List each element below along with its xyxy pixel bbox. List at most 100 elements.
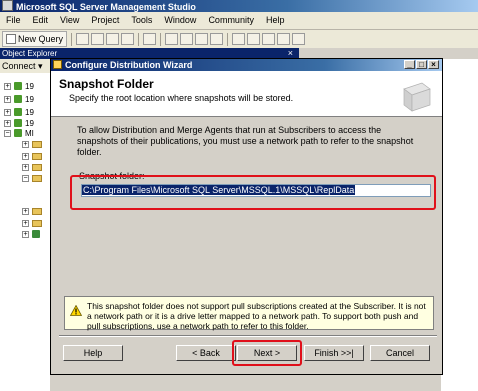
app-title-bar: Microsoft SQL Server Management Studio [0, 0, 478, 12]
tree-item[interactable]: +19 [4, 81, 34, 91]
database-engine-query-icon[interactable] [76, 33, 90, 45]
tree-item[interactable]: + [22, 206, 42, 216]
app-title: Microsoft SQL Server Management Studio [16, 2, 196, 12]
server-icon [14, 108, 22, 116]
tree-item[interactable]: +19 [4, 107, 34, 117]
expand-icon[interactable]: + [22, 230, 29, 238]
next-button-highlight [232, 340, 302, 366]
menu-edit[interactable]: Edit [27, 12, 55, 29]
folder-icon [32, 219, 42, 227]
tree-item-label: 19 [25, 94, 34, 104]
wizard-graphic-icon [403, 82, 431, 112]
configure-distribution-wizard: Configure Distribution Wizard _ □ × Snap… [50, 58, 443, 375]
expand-icon[interactable]: + [22, 219, 29, 227]
folder-icon [32, 207, 42, 215]
wizard-description: To allow Distribution and Merge Agents t… [77, 125, 414, 157]
warning-text: This snapshot folder does not support pu… [87, 301, 426, 331]
toolbar-overflow-icon[interactable] [292, 33, 306, 45]
save-icon[interactable] [180, 33, 194, 45]
agent-icon [32, 230, 40, 238]
server-icon [14, 95, 22, 103]
analysis-query-icon[interactable] [91, 33, 105, 45]
folder-icon [32, 140, 42, 148]
new-query-label: New Query [18, 34, 64, 44]
expand-icon[interactable]: + [4, 108, 11, 116]
collapse-icon[interactable]: − [22, 174, 29, 182]
new-query-icon [6, 34, 16, 44]
button-separator [59, 335, 437, 337]
folder-icon [32, 152, 42, 160]
app-icon [2, 0, 13, 11]
print-icon[interactable] [210, 33, 224, 45]
expand-icon[interactable]: + [4, 82, 11, 90]
tree-item-label: MI [25, 128, 34, 138]
expand-icon[interactable]: + [22, 140, 29, 148]
warning-message: This snapshot folder does not support pu… [64, 296, 434, 331]
toolbar-separator [138, 32, 140, 46]
menu-bar: File Edit View Project Tools Window Comm… [0, 12, 478, 30]
dialog-title-bar: Configure Distribution Wizard _ □ × [51, 59, 442, 71]
menu-window[interactable]: Window [158, 12, 202, 29]
cancel-button[interactable]: Cancel [370, 345, 430, 361]
expand-icon[interactable]: + [22, 207, 29, 215]
properties-icon[interactable] [277, 33, 291, 45]
tree-item[interactable]: − MI [4, 128, 34, 138]
expand-icon[interactable]: + [4, 95, 11, 103]
tree-item-label: 19 [25, 107, 34, 117]
toolbar-separator [160, 32, 162, 46]
warning-icon [70, 305, 82, 316]
snapshot-highlight [70, 175, 436, 210]
menu-view[interactable]: View [54, 12, 85, 29]
tree-item[interactable]: + [22, 162, 42, 172]
toolbar-separator [227, 32, 229, 46]
main-toolbar: New Query [0, 30, 478, 48]
save-all-icon[interactable] [195, 33, 209, 45]
tree-item[interactable]: +19 [4, 118, 34, 128]
xmla-query-icon[interactable] [121, 33, 135, 45]
folder-icon [32, 163, 42, 171]
new-query-button[interactable]: New Query [2, 31, 68, 47]
tree-item[interactable]: + [22, 229, 40, 239]
object-explorer-title: Object Explorer [2, 49, 58, 58]
folder-icon [32, 174, 42, 182]
finish-button[interactable]: Finish >>| [304, 345, 364, 361]
tree-item-label: 19 [25, 81, 34, 91]
mdx-query-icon[interactable] [106, 33, 120, 45]
help-button[interactable]: Help [63, 345, 123, 361]
expand-icon[interactable]: + [22, 152, 29, 160]
page-title: Snapshot Folder [59, 77, 154, 91]
menu-community[interactable]: Community [202, 12, 260, 29]
dialog-title: Configure Distribution Wizard [65, 60, 193, 70]
collapse-icon[interactable]: − [4, 129, 11, 137]
expand-icon[interactable]: + [4, 119, 11, 127]
tree-item[interactable]: − [22, 173, 42, 183]
menu-file[interactable]: File [0, 12, 27, 29]
wizard-icon [53, 60, 62, 69]
maximize-button[interactable]: □ [416, 60, 427, 69]
connect-dropdown[interactable]: Connect ▾ [0, 59, 52, 73]
close-button[interactable]: × [428, 60, 439, 69]
registered-servers-icon[interactable] [232, 33, 246, 45]
new-file-icon[interactable] [143, 33, 157, 45]
page-subtitle: Specify the root location where snapshot… [69, 93, 294, 103]
wizard-header: Snapshot Folder Specify the root locatio… [51, 71, 442, 117]
minimize-button[interactable]: _ [404, 60, 415, 69]
menu-help[interactable]: Help [260, 12, 291, 29]
expand-icon[interactable]: + [22, 163, 29, 171]
menu-tools[interactable]: Tools [125, 12, 158, 29]
template-explorer-icon[interactable] [262, 33, 276, 45]
tree-item-label: 19 [25, 118, 34, 128]
tree-item[interactable]: + [22, 139, 42, 149]
tree-item[interactable]: + [22, 151, 42, 161]
tree-item[interactable]: + [22, 218, 42, 228]
tree-item[interactable]: +19 [4, 94, 34, 104]
server-icon [14, 119, 22, 127]
menu-project[interactable]: Project [85, 12, 125, 29]
open-file-icon[interactable] [165, 33, 179, 45]
object-explorer-icon[interactable] [247, 33, 261, 45]
server-icon [14, 129, 22, 137]
back-button[interactable]: < Back [176, 345, 236, 361]
toolbar-separator [71, 32, 73, 46]
server-icon [14, 82, 22, 90]
document-area [441, 59, 478, 391]
